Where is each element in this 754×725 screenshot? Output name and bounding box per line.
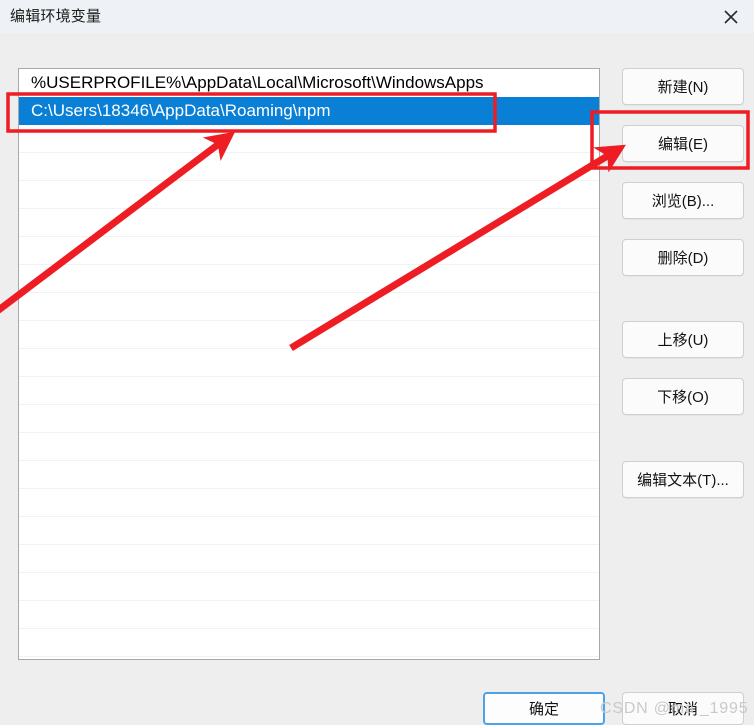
list-row-empty[interactable] — [19, 433, 599, 461]
list-row-text: %USERPROFILE%\AppData\Local\Microsoft\Wi… — [31, 73, 484, 92]
list-row-empty[interactable] — [19, 545, 599, 573]
close-button[interactable] — [708, 0, 754, 33]
move-up-button[interactable]: 上移(U) — [622, 321, 744, 358]
list-row-empty[interactable] — [19, 125, 599, 153]
path-list[interactable]: %USERPROFILE%\AppData\Local\Microsoft\Wi… — [18, 68, 600, 660]
list-row-empty[interactable] — [19, 349, 599, 377]
list-row[interactable]: C:\Users\18346\AppData\Roaming\npm — [19, 97, 599, 125]
dialog-body: %USERPROFILE%\AppData\Local\Microsoft\Wi… — [0, 33, 754, 725]
ok-button[interactable]: 确定 — [483, 692, 605, 725]
list-row-empty[interactable] — [19, 405, 599, 433]
list-row-empty[interactable] — [19, 153, 599, 181]
ok-button-label: 确定 — [528, 701, 559, 718]
list-row-empty[interactable] — [19, 517, 599, 545]
list-row-empty[interactable] — [19, 293, 599, 321]
list-row-empty[interactable] — [19, 461, 599, 489]
new-button-label: 新建(N) — [657, 79, 709, 96]
browse-button[interactable]: 浏览(B)... — [622, 182, 744, 219]
list-row-text: C:\Users\18346\AppData\Roaming\npm — [31, 101, 331, 120]
list-row-empty[interactable] — [19, 265, 599, 293]
edit-button-label: 编辑(E) — [658, 136, 708, 153]
move-down-button[interactable]: 下移(O) — [622, 378, 744, 415]
list-row-empty[interactable] — [19, 377, 599, 405]
delete-button-label: 删除(D) — [657, 250, 709, 267]
new-button[interactable]: 新建(N) — [622, 68, 744, 105]
move-down-button-label: 下移(O) — [657, 389, 709, 406]
list-row-empty[interactable] — [19, 321, 599, 349]
edit-text-button[interactable]: 编辑文本(T)... — [622, 461, 744, 498]
title-bar: 编辑环境变量 — [0, 0, 754, 34]
list-row-empty[interactable] — [19, 629, 599, 657]
list-row-empty[interactable] — [19, 181, 599, 209]
edit-button[interactable]: 编辑(E) — [622, 125, 744, 162]
cancel-button[interactable]: 取消 — [622, 692, 744, 725]
list-row-empty[interactable] — [19, 601, 599, 629]
edit-text-button-label: 编辑文本(T)... — [637, 472, 729, 489]
list-row-empty[interactable] — [19, 209, 599, 237]
delete-button[interactable]: 删除(D) — [622, 239, 744, 276]
move-up-button-label: 上移(U) — [657, 332, 709, 349]
list-row-empty[interactable] — [19, 573, 599, 601]
list-row[interactable]: %USERPROFILE%\AppData\Local\Microsoft\Wi… — [19, 69, 599, 97]
list-row-empty[interactable] — [19, 237, 599, 265]
window-title: 编辑环境变量 — [10, 8, 102, 25]
list-row-empty[interactable] — [19, 489, 599, 517]
browse-button-label: 浏览(B)... — [651, 193, 715, 210]
close-icon — [724, 9, 738, 24]
cancel-button-label: 取消 — [667, 701, 698, 718]
